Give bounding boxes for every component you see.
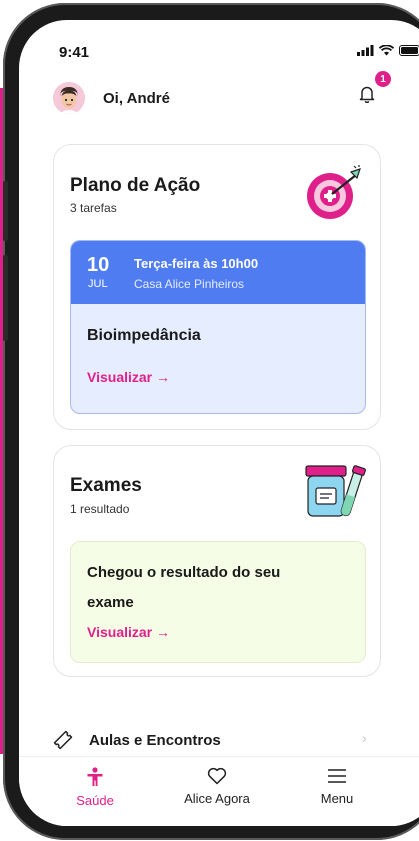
appointment-card[interactable]: 10 JUL Terça-feira às 10h00 Casa Alice P…: [70, 240, 366, 414]
exams-card: Exames 1 resultado Chegou o resultado do…: [53, 445, 381, 677]
heart-icon: [207, 767, 227, 785]
tab-label: Menu: [320, 791, 354, 806]
menu-icon: [328, 769, 346, 783]
target-icon: [307, 165, 361, 219]
card-title: Plano de Ação: [70, 175, 201, 196]
status-icons: [357, 45, 419, 56]
list-item-classes[interactable]: Aulas e Encontros: [53, 730, 221, 750]
volume-down-button: [3, 255, 8, 341]
tab-alice-agora[interactable]: Alice Agora: [167, 767, 267, 806]
tab-menu[interactable]: Menu: [315, 767, 359, 806]
notifications-button[interactable]: [359, 85, 375, 108]
avatar-illustration: [53, 82, 85, 114]
appointment-month: JUL: [88, 278, 108, 290]
phone-frame: 9:41 Oi, André 1 Plano de Ação 3 tarefas…: [3, 3, 419, 840]
exam-view-link[interactable]: Visualizar →: [87, 624, 170, 640]
chevron-right-icon: ›: [362, 730, 367, 746]
bell-icon: [359, 86, 375, 104]
ticket-icon: [53, 730, 73, 750]
appointment-datetime: Terça-feira às 10h00: [134, 256, 259, 271]
status-time: 9:41: [59, 44, 90, 61]
person-icon: [87, 767, 103, 786]
battery-icon: [399, 45, 419, 56]
greeting-text: Oi, André: [103, 89, 170, 107]
appointment-view-link[interactable]: Visualizar →: [87, 369, 170, 385]
appointment-location: Casa Alice Pinheiros: [134, 277, 245, 291]
exam-result-text: Chegou o resultado do seu exame: [87, 564, 281, 611]
appointment-day: 10: [87, 254, 110, 276]
action-plan-card: Plano de Ação 3 tarefas 10 JUL Terça-fei…: [53, 144, 381, 430]
exam-result-box[interactable]: Chegou o resultado do seu exame Visualiz…: [70, 541, 366, 663]
card-subtitle: 1 resultado: [70, 502, 130, 516]
list-item-label: Aulas e Encontros: [89, 731, 221, 749]
appointment-header: 10 JUL Terça-feira às 10h00 Casa Alice P…: [71, 241, 365, 304]
wifi-icon: [379, 45, 394, 56]
bottom-tab-bar: Saúde Alice Agora Menu: [19, 756, 419, 826]
volume-up-button: [3, 181, 8, 241]
app-screen: 9:41 Oi, André 1 Plano de Ação 3 tarefas…: [19, 20, 419, 826]
signal-icon: [357, 45, 374, 56]
tab-label: Saúde: [76, 793, 114, 808]
tab-label: Alice Agora: [184, 791, 250, 806]
tab-health[interactable]: Saúde: [75, 767, 115, 808]
exam-tube-icon: [305, 465, 366, 517]
avatar[interactable]: [53, 82, 85, 114]
greeting-row: Oi, André: [53, 82, 170, 114]
notification-badge: 1: [375, 71, 391, 87]
appointment-name: Bioimpedância: [87, 327, 201, 344]
card-title: Exames: [70, 475, 142, 496]
card-subtitle: 3 tarefas: [70, 201, 117, 215]
